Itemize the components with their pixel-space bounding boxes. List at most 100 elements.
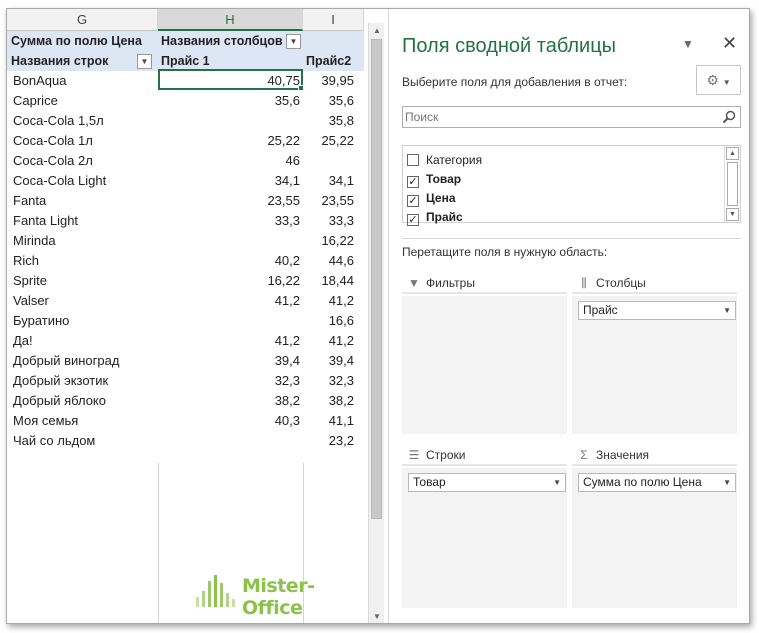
price1-cell[interactable] (158, 111, 303, 131)
price2-cell[interactable]: 16,22 (303, 231, 364, 251)
column-labels-cell[interactable]: Названия столбцов ▼ (158, 31, 303, 51)
scroll-down-icon[interactable]: ▼ (726, 208, 739, 221)
chevron-down-icon[interactable]: ▼ (723, 302, 731, 319)
rows-drop-zone[interactable]: Товар ▼ (402, 468, 567, 608)
price1-cell[interactable]: 40,2 (158, 251, 303, 271)
row-label-cell[interactable]: Чай со льдом (7, 431, 158, 451)
price2-cell[interactable]: 39,4 (303, 351, 364, 371)
search-icon[interactable] (721, 109, 737, 125)
column-item-price1[interactable]: Прайс 1 (158, 51, 303, 71)
price2-cell[interactable] (303, 151, 364, 171)
values-drop-zone[interactable]: Сумма по полю Цена ▼ (572, 468, 737, 608)
field-list-scrollbar[interactable]: ▲ ▼ (724, 146, 740, 222)
price1-cell[interactable]: 41,2 (158, 331, 303, 351)
price2-cell[interactable]: 33,3 (303, 211, 364, 231)
chevron-down-icon[interactable]: ▼ (553, 474, 561, 491)
scrollbar-thumb[interactable] (727, 162, 738, 206)
chevron-down-icon[interactable]: ▼ (723, 474, 731, 491)
scroll-down-icon[interactable]: ▼ (369, 609, 385, 623)
price1-cell[interactable]: 40,3 (158, 411, 303, 431)
row-label-cell[interactable]: Добрый яблоко (7, 391, 158, 411)
pane-menu-chevron-icon[interactable]: ▼ (682, 37, 694, 51)
values-field-chip[interactable]: Сумма по полю Цена ▼ (578, 473, 736, 492)
price2-cell[interactable]: 32,3 (303, 371, 364, 391)
price1-cell[interactable] (158, 431, 303, 451)
price1-cell[interactable] (158, 311, 303, 331)
price1-cell[interactable]: 35,6 (158, 91, 303, 111)
price2-cell[interactable]: 38,2 (303, 391, 364, 411)
filters-area[interactable]: ▼ Фильтры (402, 272, 567, 434)
price2-cell[interactable]: 18,44 (303, 271, 364, 291)
column-header-i[interactable]: I (303, 9, 364, 31)
column-filter-dropdown-icon[interactable]: ▼ (286, 34, 301, 49)
checkbox-icon[interactable] (407, 154, 419, 166)
row-label-cell[interactable]: Caprice (7, 91, 158, 111)
row-label-cell[interactable]: Coca-Cola 1,5л (7, 111, 158, 131)
price1-cell[interactable]: 34,1 (158, 171, 303, 191)
price2-cell[interactable]: 44,6 (303, 251, 364, 271)
row-label-cell[interactable]: Coca-Cola Light (7, 171, 158, 191)
price2-cell[interactable]: 39,95 (303, 71, 364, 91)
column-header-g[interactable]: G (7, 9, 158, 31)
price1-cell[interactable]: 25,22 (158, 131, 303, 151)
row-label-cell[interactable]: Добрый виноград (7, 351, 158, 371)
row-label-cell[interactable]: BonAqua (7, 71, 158, 91)
search-input[interactable] (405, 108, 705, 126)
row-label-cell[interactable]: Да! (7, 331, 158, 351)
fill-handle[interactable] (298, 85, 304, 91)
scroll-up-icon[interactable]: ▲ (369, 23, 385, 39)
field-item-price[interactable]: ✓ Цена (407, 189, 456, 208)
price1-cell[interactable]: 38,2 (158, 391, 303, 411)
row-label-cell[interactable]: Буратино (7, 311, 158, 331)
price1-cell[interactable]: 39,4 (158, 351, 303, 371)
price2-cell[interactable]: 41,1 (303, 411, 364, 431)
price1-cell[interactable]: 23,55 (158, 191, 303, 211)
columns-area[interactable]: ⫼ Столбцы Прайс ▼ (572, 272, 737, 434)
tools-button[interactable]: ⚙ ▼ (696, 65, 741, 95)
row-label-cell[interactable]: Coca-Cola 2л (7, 151, 158, 171)
field-item-category[interactable]: Категория (407, 151, 482, 170)
row-labels-cell[interactable]: Названия строк ▼ (7, 51, 158, 71)
checkbox-checked-icon[interactable]: ✓ (407, 214, 419, 226)
price1-cell[interactable] (158, 231, 303, 251)
row-label-cell[interactable]: Valser (7, 291, 158, 311)
price2-cell[interactable]: 41,2 (303, 291, 364, 311)
scroll-up-icon[interactable]: ▲ (726, 147, 739, 160)
row-label-cell[interactable]: Coca-Cola 1л (7, 131, 158, 151)
column-item-price2[interactable]: Прайс2 (303, 51, 364, 71)
values-area[interactable]: Σ Значения Сумма по полю Цена ▼ (572, 444, 737, 608)
price2-cell[interactable]: 35,6 (303, 91, 364, 111)
selected-cell[interactable] (158, 69, 303, 90)
price1-cell[interactable]: 33,3 (158, 211, 303, 231)
row-label-cell[interactable]: Добрый экзотик (7, 371, 158, 391)
price2-cell[interactable]: 25,22 (303, 131, 364, 151)
pivot-header-empty[interactable] (303, 31, 364, 51)
price2-cell[interactable]: 34,1 (303, 171, 364, 191)
price1-cell[interactable]: 32,3 (158, 371, 303, 391)
row-label-cell[interactable]: Fanta (7, 191, 158, 211)
checkbox-checked-icon[interactable]: ✓ (407, 176, 419, 188)
row-filter-dropdown-icon[interactable]: ▼ (137, 54, 152, 69)
row-label-cell[interactable]: Rich (7, 251, 158, 271)
columns-drop-zone[interactable]: Прайс ▼ (572, 296, 737, 434)
row-label-cell[interactable]: Моя семья (7, 411, 158, 431)
price2-cell[interactable]: 35,8 (303, 111, 364, 131)
pivot-value-label[interactable]: Сумма по полю Цена (7, 31, 158, 51)
column-header-h[interactable]: H (158, 9, 303, 31)
row-label-cell[interactable]: Fanta Light (7, 211, 158, 231)
price2-cell[interactable]: 23,55 (303, 191, 364, 211)
price2-cell[interactable]: 16,6 (303, 311, 364, 331)
price1-cell[interactable]: 16,22 (158, 271, 303, 291)
rows-field-chip[interactable]: Товар ▼ (408, 473, 566, 492)
vertical-scrollbar[interactable]: ▲ ▼ (368, 23, 385, 623)
scrollbar-thumb[interactable] (371, 39, 382, 519)
price2-cell[interactable]: 23,2 (303, 431, 364, 451)
price1-cell[interactable]: 41,2 (158, 291, 303, 311)
filters-drop-zone[interactable] (402, 296, 567, 434)
price1-cell[interactable]: 46 (158, 151, 303, 171)
row-label-cell[interactable]: Mirinda (7, 231, 158, 251)
field-item-product[interactable]: ✓ Товар (407, 170, 461, 189)
rows-area[interactable]: ☰ Строки Товар ▼ (402, 444, 567, 608)
field-item-pricelist[interactable]: ✓ Прайс (407, 208, 463, 227)
columns-field-chip[interactable]: Прайс ▼ (578, 301, 736, 320)
